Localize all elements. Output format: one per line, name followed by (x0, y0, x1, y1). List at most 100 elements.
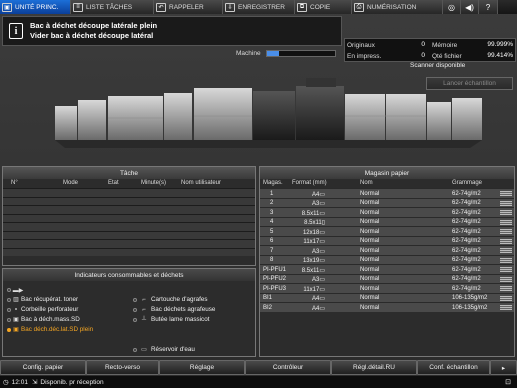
tray-mag: 1 (270, 190, 274, 197)
tray-format: 11x17▭ (303, 286, 325, 293)
water-tank-icon: ▭ (141, 347, 147, 353)
tray-nom: Normal (360, 285, 380, 292)
tray-rows: 1 A4▭ Normal 62-74g/m2 2 A3▭ Normal 62-74g/m2 3 8… (260, 188, 514, 312)
tray-nom: Normal (360, 238, 380, 244)
paper-tray-panel: Magasin papier Magas. Format (mm) Nom Gr… (259, 166, 515, 357)
speaker-icon[interactable]: ◀) (461, 0, 479, 14)
scan-icon: ⎙ (354, 2, 364, 12)
tab-recall[interactable]: ↶ RAPPELER (154, 0, 223, 14)
job-table-header: N° Mode Etat Minute(s) Nom utilisateur (3, 179, 255, 188)
duplex-button[interactable]: Recto-verso (86, 360, 159, 375)
job-row[interactable] (3, 188, 255, 197)
tray-mag: 4 (270, 219, 274, 225)
sd-side-trim-waste-indicator: ▣ Bac déch.déc.lat.SD plein (7, 326, 93, 333)
tray-row[interactable]: BI1 A4▭ Normal 106-135g/m2 (260, 292, 514, 302)
sample-setting-button[interactable]: Conf. échantillon (417, 360, 490, 375)
alert-line-1: Bac à déchet découpe latérale plein (30, 21, 158, 30)
tray-row[interactable]: 2 A3▭ Normal 62-74g/m2 (260, 197, 514, 207)
job-row[interactable] (3, 196, 255, 205)
job-row[interactable] (3, 239, 255, 248)
tray-gram: 62-74g/m2 (452, 228, 481, 235)
ru-detail-setting-button[interactable]: Régl.détail.RU (331, 360, 417, 375)
adjustment-button[interactable]: Réglage (159, 360, 245, 375)
tab-scan[interactable]: ⎙ NUMÉRISATION (352, 0, 443, 14)
info-icon: i (9, 23, 23, 39)
list-icon: ≡ (73, 2, 83, 12)
staple-waste-icon: ⌐ (142, 306, 146, 313)
controller-button[interactable]: Contrôleur (245, 360, 331, 375)
tray-row[interactable]: 5 12x18▭ Normal 62-74g/m2 (260, 226, 514, 236)
tray-gram: 62-74g/m2 (452, 247, 481, 254)
tray-mag: BI1 (263, 295, 273, 301)
globe-icon[interactable]: ◎ (443, 0, 461, 14)
tab-main-unit[interactable]: ▣ UNITÉ PRINC. (0, 0, 71, 14)
tray-gram: 62-74g/m2 (452, 209, 481, 216)
status-bar: ◷ 12:01 ⇲ Disponib. pr réception ⊡ (0, 376, 517, 388)
tray-row[interactable]: 3 8.5x11▭ Normal 62-74g/m2 (260, 207, 514, 217)
job-panel-title: Tâche (3, 167, 255, 179)
top-tab-bar: ▣ UNITÉ PRINC. ≡ LISTE TÂCHES ↶ RAPPELER ⇩ E… (0, 0, 517, 14)
tray-mag: 7 (270, 247, 274, 254)
col-tray: Magas. (263, 180, 283, 186)
tray-format: A4▭ (311, 191, 325, 198)
machine-progress-bar (266, 50, 336, 57)
paper-level-icon (500, 276, 512, 282)
staple-cartridge-indicator: ⌐ Cartouche d'agrafes (133, 296, 208, 303)
job-row[interactable] (3, 213, 255, 222)
tray-format: 8.5x11▯ (304, 220, 325, 226)
tray-nom: Normal (360, 295, 380, 301)
tray-row[interactable]: PI-PFU3 11x17▭ Normal 62-74g/m2 (260, 283, 514, 293)
tray-row[interactable]: 7 A3▭ Normal 62-74g/m2 (260, 245, 514, 255)
bin-full-icon: ▣ (13, 327, 19, 333)
tray-row[interactable]: PI-PFU2 A3▭ Normal 62-74g/m2 (260, 273, 514, 283)
paper-tray-title: Magasin papier (260, 167, 514, 179)
paper-setting-button[interactable]: Config. papier (0, 360, 86, 375)
paper-level-icon (500, 219, 512, 225)
col-minutes: Minute(s) (141, 180, 167, 186)
memory-value: 99.999% (487, 41, 513, 48)
tab-scan-label: NUMÉRISATION (367, 3, 417, 11)
tray-row[interactable]: 4 8.5x11▯ Normal 62-74g/m2 (260, 216, 514, 226)
paper-level-icon (500, 191, 512, 196)
tray-row[interactable]: 6 11x17▭ Normal 62-74g/m2 (260, 235, 514, 245)
paper-level-icon (500, 305, 512, 310)
tray-row[interactable]: BI2 A4▭ Normal 106-135g/m2 (260, 302, 514, 312)
tray-row[interactable]: PI-PFU1 8.5x11▭ Normal 62-74g/m2 (260, 264, 514, 274)
tab-copy[interactable]: ⧉ COPIE (295, 0, 352, 14)
tray-gram: 62-74g/m2 (452, 285, 481, 292)
tab-store[interactable]: ⇩ ENREGISTRER (223, 0, 295, 14)
tray-format: A3▭ (311, 201, 325, 207)
tab-job-list[interactable]: ≡ LISTE TÂCHES (71, 0, 154, 14)
consumables-panel: Indicateurs consommables et déchets ▬▶ ▥… (2, 268, 256, 357)
col-name: Nom (360, 180, 373, 186)
punch-waste-icon: ⚬ (13, 307, 19, 313)
blade-icon: ┴ (141, 316, 147, 323)
arrow-right-icon[interactable]: ▸ (490, 360, 517, 375)
tray-gram: 62-74g/m2 (452, 200, 481, 206)
tray-nom: Normal (360, 190, 380, 197)
tray-table-header: Magas. Format (mm) Nom Grammage (260, 179, 514, 188)
job-row[interactable] (3, 205, 255, 214)
tray-nom: Normal (360, 257, 380, 263)
tray-nom: Normal (360, 219, 380, 225)
tray-row[interactable]: 1 A4▭ Normal 62-74g/m2 (260, 188, 514, 198)
job-row[interactable] (3, 247, 255, 256)
job-row[interactable] (3, 222, 255, 231)
tab-recall-label: RAPPELER (169, 3, 204, 11)
tray-format: A4▭ (311, 305, 325, 312)
tray-format: 8.5x11▭ (301, 267, 325, 274)
machine-progress-fill (267, 51, 279, 56)
sd-bulk-waste-indicator: ▣ Bac à déch.mass.SD (7, 316, 80, 323)
job-row[interactable] (3, 230, 255, 239)
tab-copy-label: COPIE (310, 3, 331, 11)
tray-nom: Normal (360, 304, 380, 311)
toner-icon: ▬▶ (12, 287, 24, 294)
tray-mag: 5 (270, 228, 274, 235)
memory-label: Mémoire (432, 42, 458, 49)
help-icon[interactable]: ? (479, 0, 498, 14)
staple-waste-indicator: ⌐ Bac déchets agrafeuse (133, 306, 215, 313)
status-time: 12:01 (11, 378, 28, 386)
paper-level-icon (500, 238, 512, 244)
tray-row[interactable]: 8 13x19▭ Normal 62-74g/m2 (260, 254, 514, 264)
tray-mag: 3 (270, 209, 274, 216)
